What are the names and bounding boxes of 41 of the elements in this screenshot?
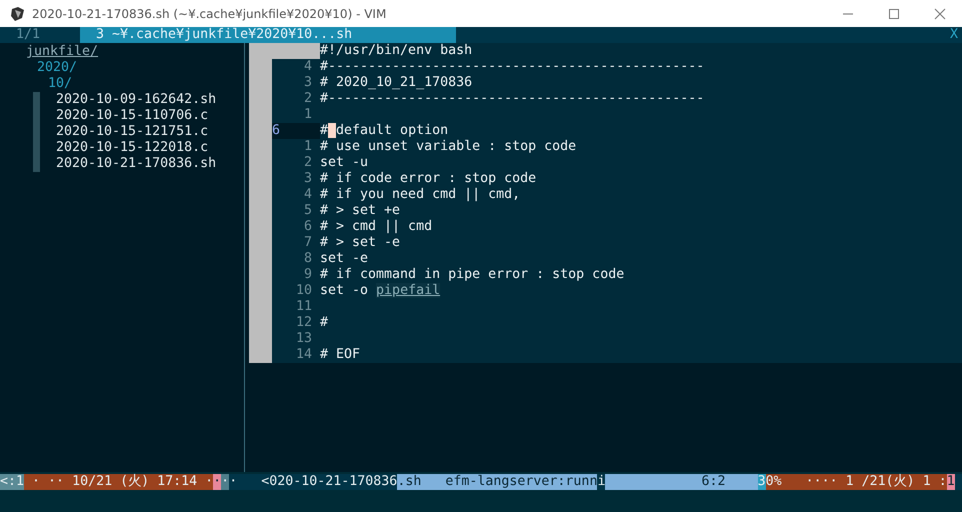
close-tab-button[interactable]: X — [950, 27, 962, 43]
folder-name[interactable]: junkfile/ — [26, 44, 98, 60]
status-segment: 0% ···· 1 /21(火) 1 : — [766, 474, 947, 490]
code-line: # if command in pipe error : stop code — [320, 267, 624, 283]
window-title: 2020-10-21-170836.sh (~¥.cache¥junkfile¥2020¥10) - VIM — [32, 6, 386, 20]
status-segment: .sh efm-langserver:runn — [397, 474, 598, 490]
code-line: #----------------------------------------------- — [320, 91, 704, 107]
file-name[interactable]: 2020-10-15-121751.c — [56, 124, 208, 140]
status-segment: · — [213, 474, 222, 490]
code-line: # > cmd || cmd — [320, 219, 432, 235]
status-segment: <:1 — [0, 474, 24, 490]
folder-name[interactable]: 2020/ — [37, 60, 78, 76]
folder-name[interactable]: 10/ — [48, 76, 72, 92]
file-name[interactable]: 2020-10-15-110706.c — [56, 108, 208, 124]
code-line: # if you need cmd || cmd, — [320, 187, 520, 203]
tab[interactable]: 1/1 — [0, 27, 80, 43]
status-segment: · ·· 10/21 (火) 17:14 · — [24, 474, 214, 490]
code-line: set -o pipefail — [320, 283, 440, 299]
file-name[interactable]: 2020-10-15-122018.c — [56, 140, 208, 156]
vim-logo-icon — [10, 6, 26, 22]
code-line: # EOF — [320, 347, 360, 363]
close-icon[interactable] — [934, 8, 946, 20]
file-name[interactable]: 2020-10-21-170836.sh — [56, 156, 216, 172]
highlighted-word: pipefail — [376, 283, 440, 298]
code-line: # use unset variable : stop code — [320, 139, 576, 155]
code-line: # > set +e — [320, 203, 400, 219]
code-line: # default option — [320, 123, 448, 139]
code-line: # if code error : stop code — [320, 171, 536, 187]
line-number: 6 — [272, 123, 320, 139]
code-line: # — [320, 315, 328, 331]
sign-column — [249, 347, 272, 363]
maximize-icon[interactable] — [888, 8, 900, 20]
code-line: #!/usr/bin/env bash — [320, 43, 472, 59]
code-line: # > set -e — [320, 235, 400, 251]
status-segment: 6:2 — [605, 474, 758, 490]
code-line: # 2020_10_21_170836 — [320, 75, 472, 91]
status-segment: · — [221, 474, 230, 490]
file-name[interactable]: 2020-10-09-162642.sh — [56, 92, 216, 108]
code-line: set -u — [320, 155, 368, 171]
code-line: #----------------------------------------------- — [320, 59, 704, 75]
code-line: set -e — [320, 251, 368, 267]
